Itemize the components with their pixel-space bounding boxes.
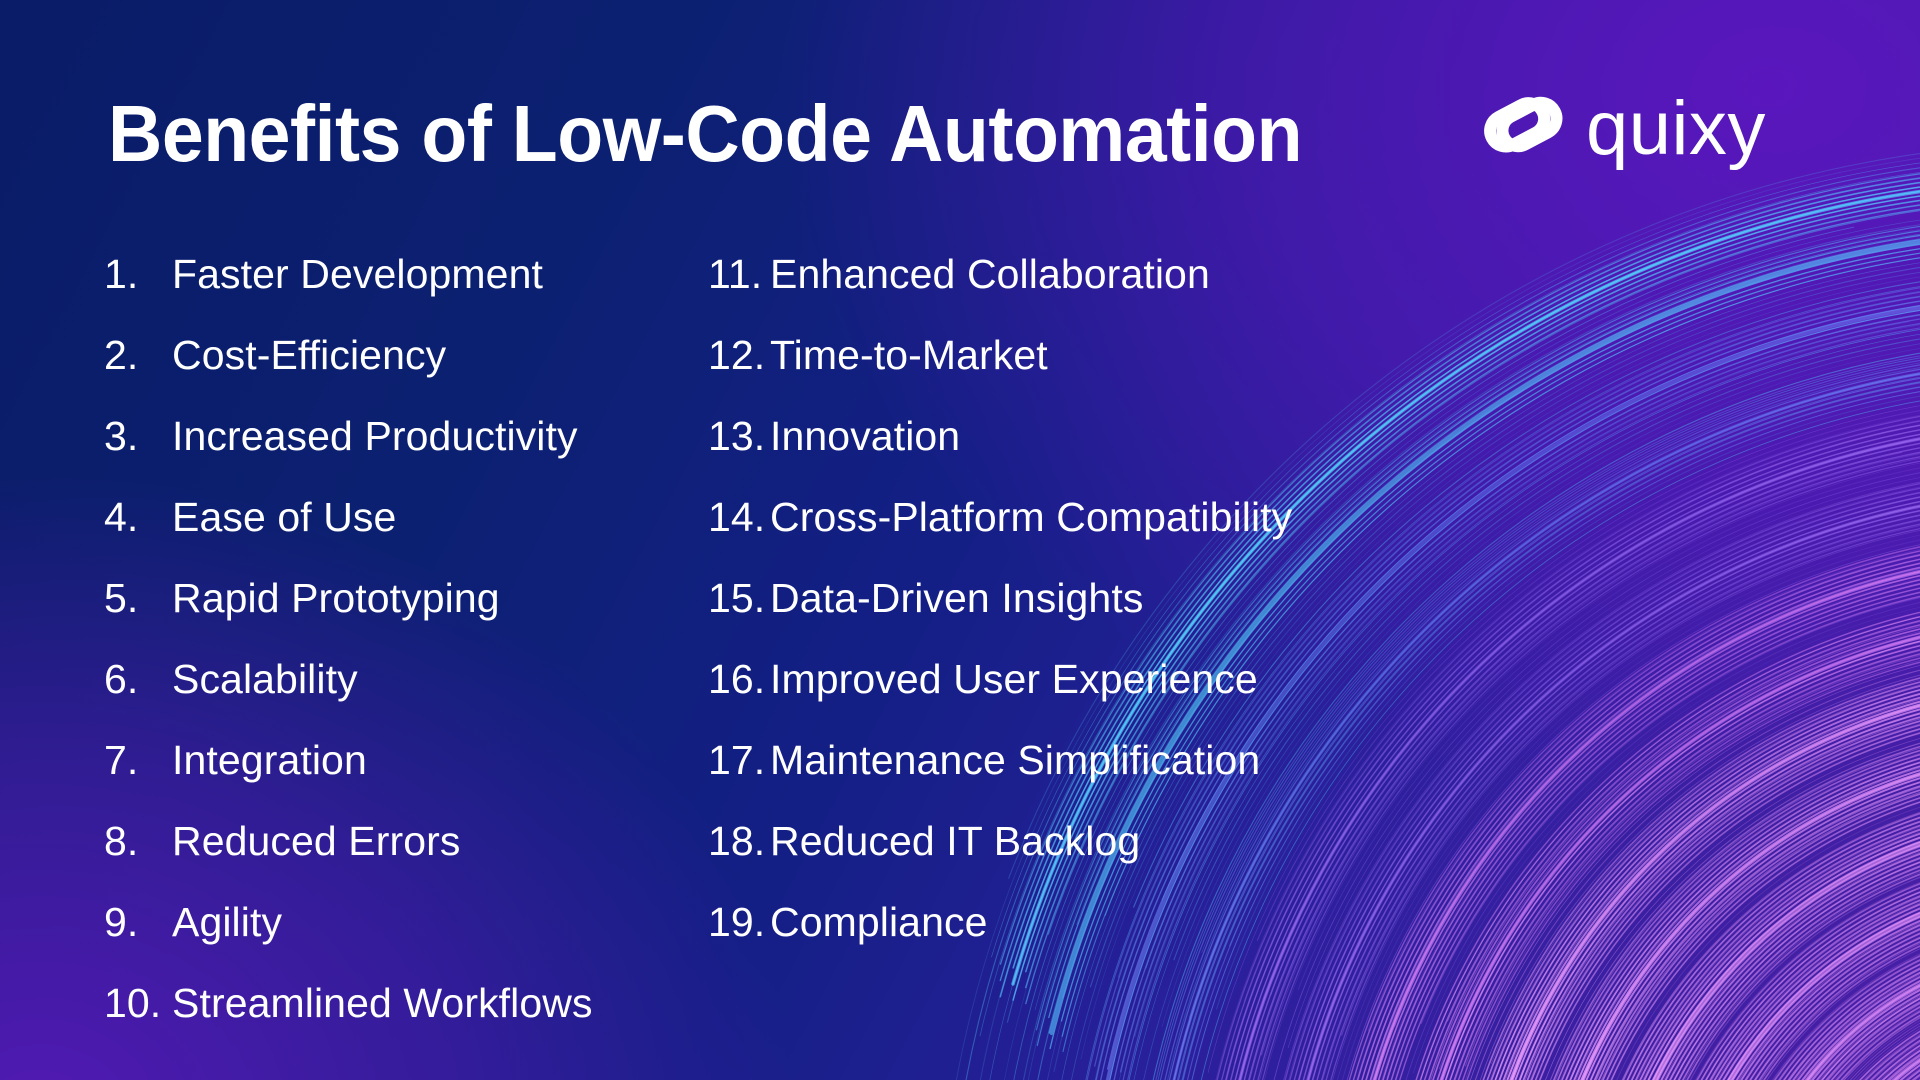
infographic-canvas: Benefits of Low-Code Automation quixy 1.… (0, 0, 1920, 1080)
benefits-column-right: 11. Enhanced Collaboration 12. Time-to-Mark… (708, 248, 1488, 977)
arc-band (1696, 882, 1920, 1080)
benefit-item: 17. Maintenance Simplification (708, 734, 1488, 815)
benefit-item: 1. Faster Development (104, 248, 704, 329)
arc-band (1553, 745, 1920, 1080)
benefit-number: 15. (708, 575, 766, 621)
benefit-label: Integration (172, 737, 367, 783)
benefit-item: 4. Ease of Use (104, 491, 704, 572)
benefit-number: 14. (708, 494, 766, 540)
benefit-label: Maintenance Simplification (770, 737, 1261, 783)
benefit-item: 9. Agility (104, 896, 704, 977)
header: Benefits of Low-Code Automation quixy (0, 0, 1920, 210)
benefit-item: 13. Innovation (708, 410, 1488, 491)
benefit-label: Innovation (770, 413, 961, 459)
page-title: Benefits of Low-Code Automation (108, 89, 1303, 178)
benefit-number: 18. (708, 818, 766, 864)
benefit-item: 15. Data-Driven Insights (708, 572, 1488, 653)
benefit-item: 2. Cost-Efficiency (104, 329, 704, 410)
benefit-number: 19. (708, 899, 766, 945)
benefit-number: 17. (708, 737, 766, 783)
arc-band (1622, 812, 1920, 1080)
benefit-item: 3. Increased Productivity (104, 410, 704, 491)
arc-band (1773, 954, 1920, 1080)
benefit-label: Rapid Prototyping (172, 575, 500, 621)
benefit-label: Cross-Platform Compatibility (770, 494, 1293, 540)
benefit-item: 11. Enhanced Collaboration (708, 248, 1488, 329)
benefit-label: Reduced IT Backlog (770, 818, 1141, 864)
benefit-number: 7. (104, 737, 139, 783)
benefit-item: 19. Compliance (708, 896, 1488, 977)
benefit-label: Reduced Errors (172, 818, 461, 864)
benefit-number: 9. (104, 899, 139, 945)
benefit-label: Scalability (172, 656, 358, 702)
benefit-label: Improved User Experience (770, 656, 1258, 702)
benefit-item: 12. Time-to-Market (708, 329, 1488, 410)
benefit-number: 10. (104, 980, 162, 1026)
benefit-number: 1. (104, 251, 139, 297)
benefit-label: Cost-Efficiency (172, 332, 447, 378)
benefit-label: Faster Development (172, 251, 543, 297)
benefit-label: Data-Driven Insights (770, 575, 1144, 621)
benefit-number: 13. (708, 413, 766, 459)
benefit-number: 16. (708, 656, 766, 702)
benefit-item: 10. Streamlined Workflows (104, 977, 704, 1058)
benefit-label: Agility (172, 899, 283, 945)
benefit-number: 12. (708, 332, 766, 378)
benefit-number: 6. (104, 656, 139, 702)
benefit-item: 8. Reduced Errors (104, 815, 704, 896)
benefit-number: 8. (104, 818, 139, 864)
benefit-number: 11. (708, 251, 763, 297)
benefit-label: Compliance (770, 899, 988, 945)
benefit-label: Ease of Use (172, 494, 397, 540)
benefit-label: Streamlined Workflows (172, 980, 593, 1026)
benefit-label: Time-to-Market (770, 332, 1048, 378)
benefit-item: 5. Rapid Prototyping (104, 572, 704, 653)
benefit-number: 4. (104, 494, 139, 540)
brand-logo[interactable]: quixy (1476, 91, 1766, 167)
benefit-label: Increased Productivity (172, 413, 578, 459)
benefit-number: 5. (104, 575, 139, 621)
benefit-item: 7. Integration (104, 734, 704, 815)
benefit-number: 2. (104, 332, 139, 378)
benefit-item: 14. Cross-Platform Compatibility (708, 491, 1488, 572)
benefit-item: 16. Improved User Experience (708, 653, 1488, 734)
benefit-number: 3. (104, 413, 139, 459)
arc-band (1482, 677, 1920, 1080)
benefit-item: 6. Scalability (104, 653, 704, 734)
arc-band (1858, 1030, 1920, 1080)
brand-name: quixy (1586, 86, 1766, 171)
benefits-column-left: 1. Faster Development 2. Cost-Efficiency 3. I… (104, 248, 704, 1058)
benefit-label: Enhanced Collaboration (770, 251, 1210, 297)
infinity-link-icon (1484, 96, 1563, 153)
benefit-item: 18. Reduced IT Backlog (708, 815, 1488, 896)
